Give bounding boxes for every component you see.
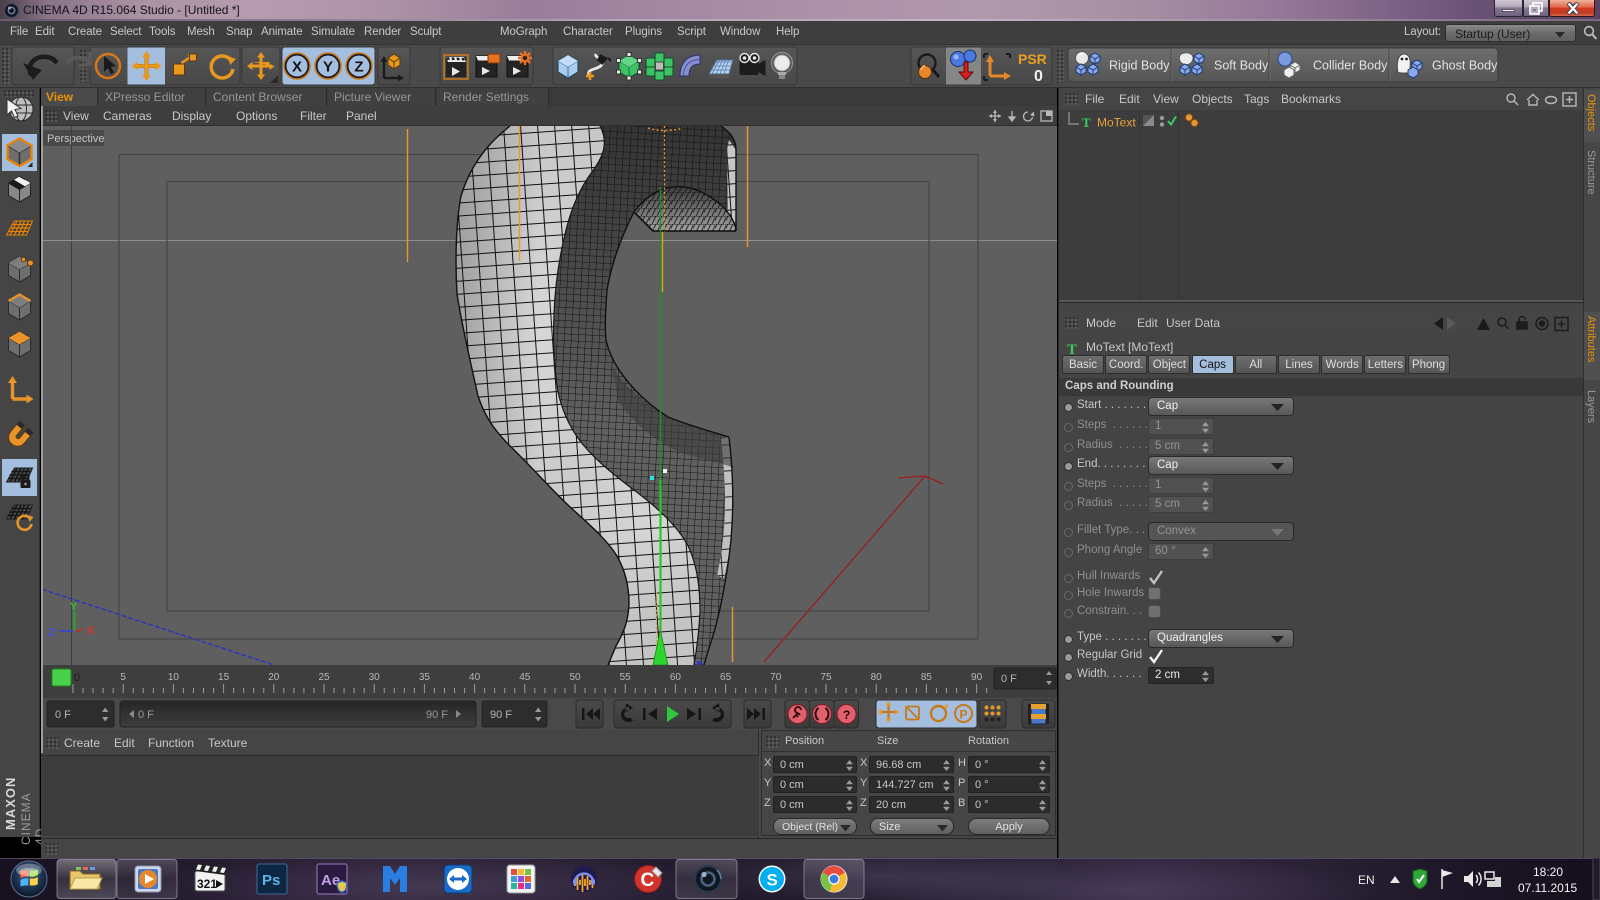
svg-text:0: 0	[1034, 68, 1043, 85]
svg-text:Z: Z	[354, 59, 363, 76]
svg-text:MoText: MoText	[1097, 116, 1136, 130]
svg-text:25: 25	[318, 672, 330, 683]
svg-text:15: 15	[218, 672, 230, 683]
svg-text:85: 85	[921, 672, 933, 683]
svg-text:90 F: 90 F	[490, 709, 512, 721]
svg-text:Z: Z	[48, 627, 55, 639]
svg-text:30: 30	[369, 672, 381, 683]
svg-text:Rigid Body: Rigid Body	[1109, 59, 1170, 73]
svg-text:20: 20	[268, 672, 280, 683]
svg-text:Ps: Ps	[262, 872, 280, 889]
svg-text:0 F: 0 F	[138, 709, 154, 721]
svg-text:45: 45	[519, 672, 531, 683]
svg-text:18:20: 18:20	[1533, 865, 1563, 879]
svg-text:75: 75	[820, 672, 832, 683]
svg-text:321: 321	[197, 877, 217, 891]
svg-text:0 F: 0 F	[1001, 673, 1017, 685]
svg-text:50: 50	[569, 672, 581, 683]
svg-text:55: 55	[620, 672, 632, 683]
svg-text:Y: Y	[323, 59, 333, 76]
svg-text:X: X	[87, 625, 95, 637]
svg-text:80: 80	[871, 672, 883, 683]
svg-text:10: 10	[168, 672, 180, 683]
svg-text:Soft Body: Soft Body	[1214, 59, 1269, 73]
svg-text:PSR: PSR	[1018, 51, 1047, 67]
svg-text:5: 5	[120, 672, 126, 683]
svg-text:65: 65	[720, 672, 732, 683]
svg-text:40: 40	[469, 672, 481, 683]
svg-text:Y: Y	[70, 601, 78, 613]
svg-text:X: X	[292, 59, 302, 76]
svg-text:Collider Body: Collider Body	[1313, 59, 1388, 73]
svg-text:P: P	[960, 708, 968, 722]
svg-text:90 F: 90 F	[426, 709, 448, 721]
svg-text:EN: EN	[1358, 873, 1375, 887]
svg-text:Perspective: Perspective	[47, 133, 104, 145]
svg-text:60: 60	[670, 672, 682, 683]
svg-text:35: 35	[419, 672, 431, 683]
svg-text:90: 90	[971, 672, 983, 683]
svg-text:T: T	[1082, 115, 1091, 130]
svg-text:0 F: 0 F	[55, 709, 71, 721]
svg-text:Ghost Body: Ghost Body	[1432, 59, 1498, 73]
svg-text:?: ?	[843, 708, 850, 722]
svg-text:0: 0	[74, 672, 80, 684]
svg-text:07.11.2015: 07.11.2015	[1518, 881, 1577, 895]
svg-text:C: C	[641, 870, 655, 891]
svg-text:70: 70	[770, 672, 782, 683]
svg-text:S: S	[767, 871, 778, 890]
